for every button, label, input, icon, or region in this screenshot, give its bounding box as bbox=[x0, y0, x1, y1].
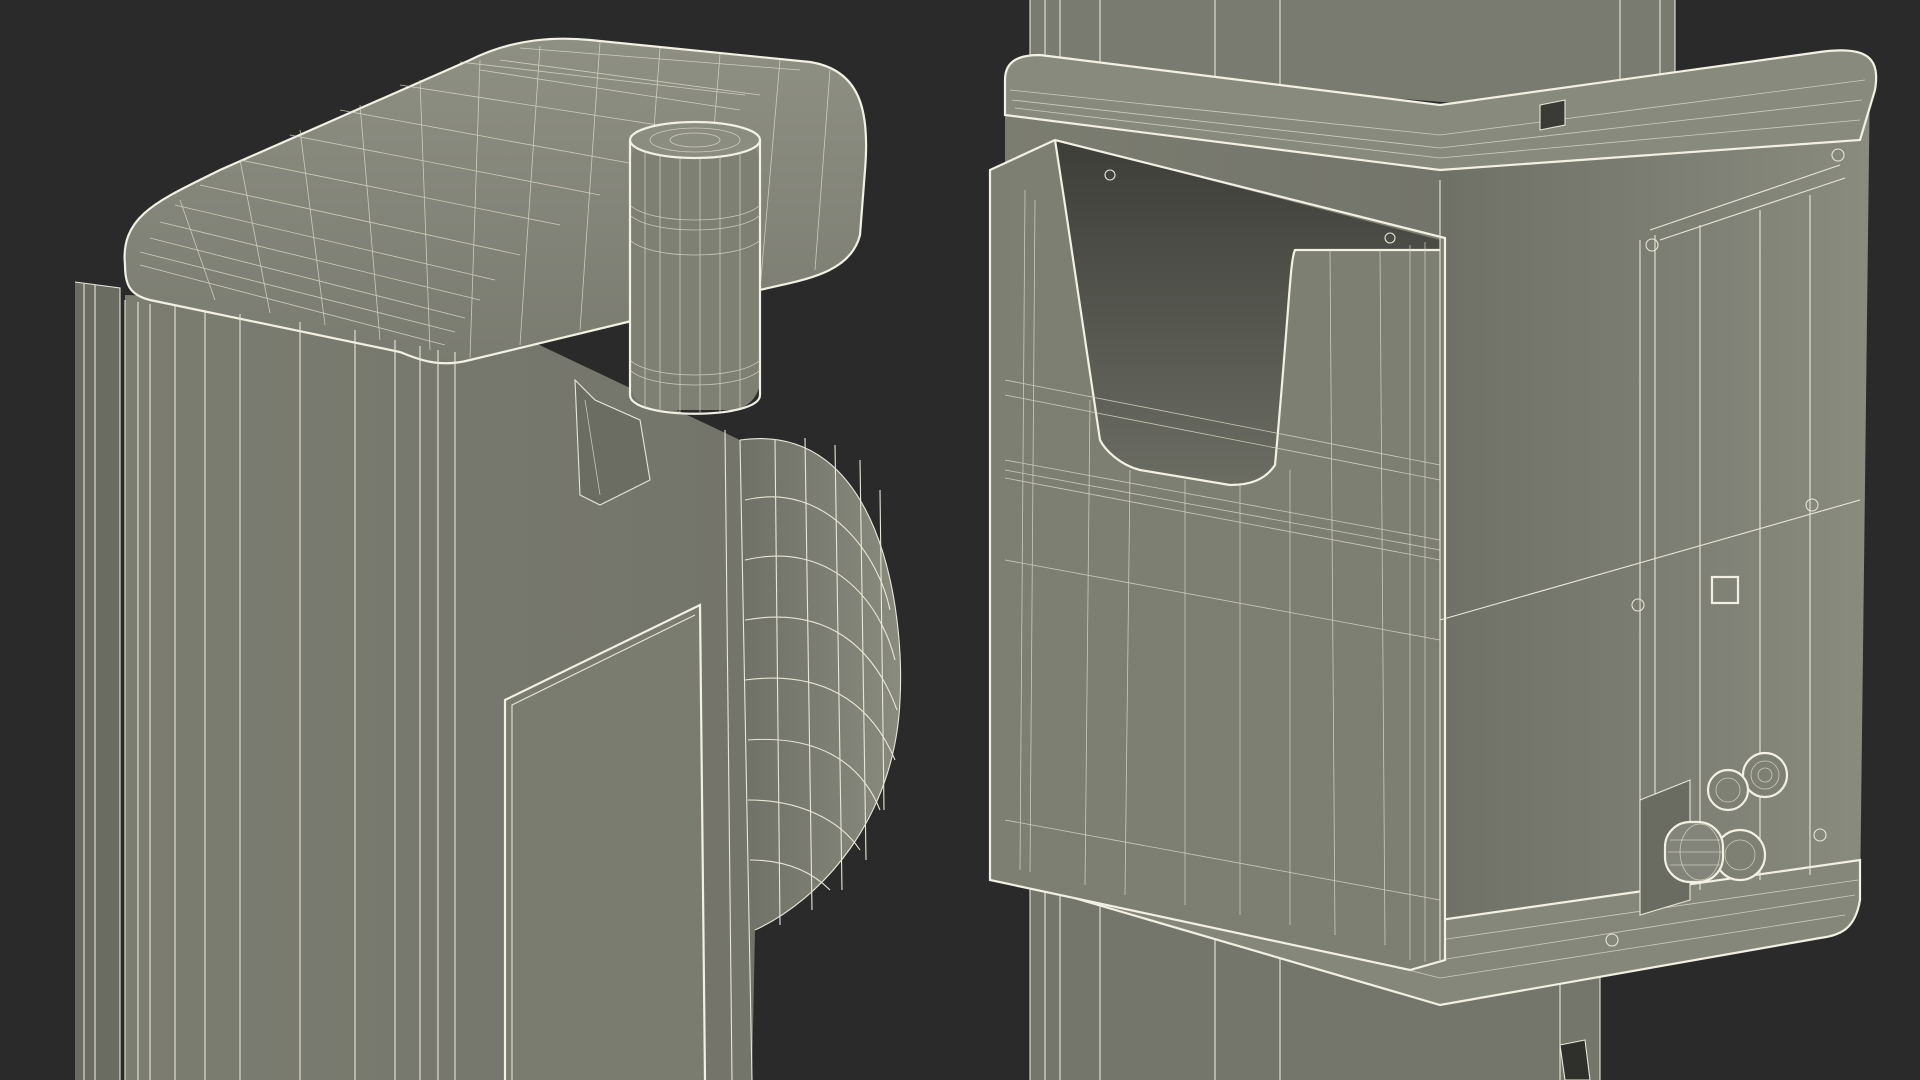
left-unit bbox=[74, 37, 902, 1080]
wireframe-render bbox=[74, 0, 1878, 1080]
left-back-panel bbox=[75, 282, 120, 1080]
brochure-holder bbox=[988, 138, 1447, 972]
right-unit bbox=[988, 0, 1878, 1080]
